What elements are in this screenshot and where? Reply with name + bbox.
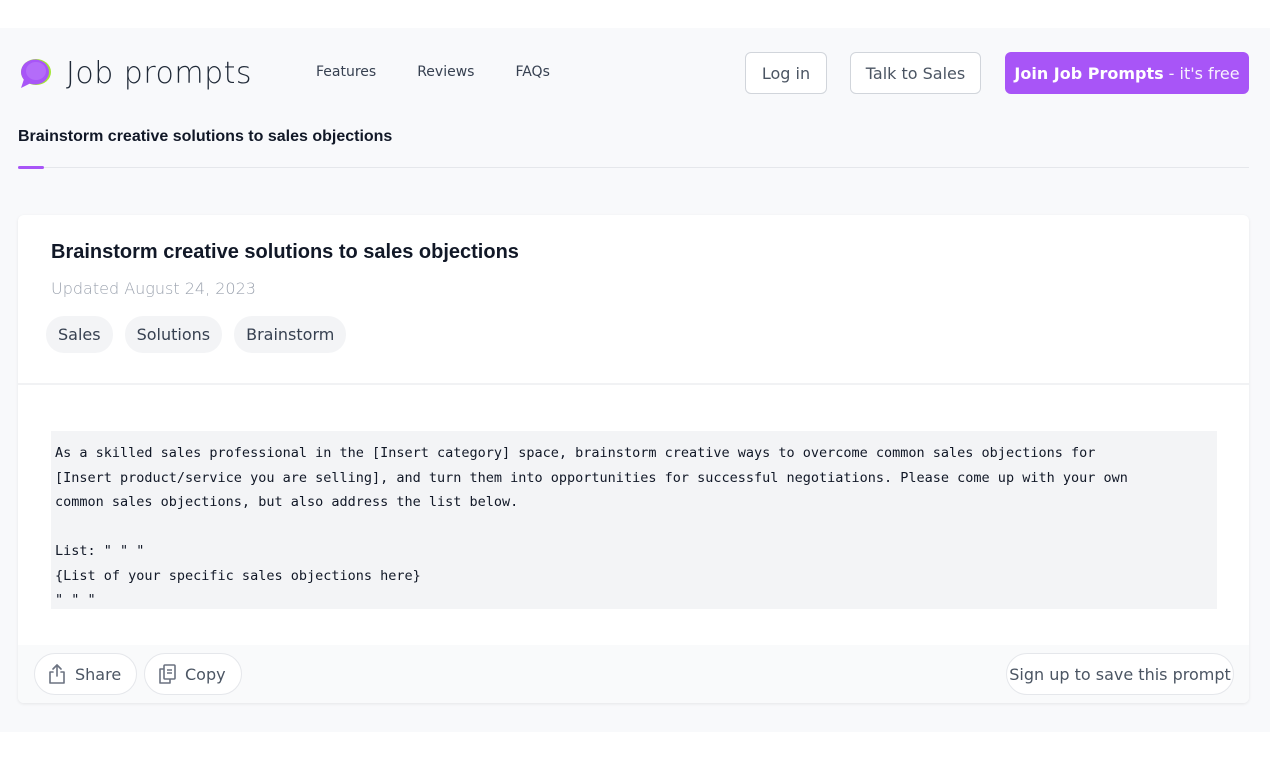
tab-bar: Brainstorm creative solutions to sales o… [18, 128, 1249, 169]
updated-date: Updated August 24, 2023 [51, 279, 256, 298]
main-nav: Features Reviews FAQs [316, 64, 591, 80]
tag-solutions[interactable]: Solutions [124, 316, 223, 353]
logo[interactable]: Job prompts [18, 56, 252, 91]
login-button[interactable]: Log in [745, 52, 827, 94]
prompt-card-header: Brainstorm creative solutions to sales o… [18, 215, 1249, 385]
join-button[interactable]: Join Job Prompts - it's free [1005, 52, 1249, 94]
chat-bubble-logo-icon [21, 58, 51, 88]
tag-brainstorm[interactable]: Brainstorm [234, 316, 347, 353]
tab-active[interactable]: Brainstorm creative solutions to sales o… [18, 128, 392, 145]
prompt-card: Brainstorm creative solutions to sales o… [18, 215, 1249, 703]
nav-reviews[interactable]: Reviews [417, 64, 474, 80]
copy-icon [159, 664, 176, 684]
prompt-text: As a skilled sales professional in the [… [51, 431, 1217, 609]
page: Job prompts Features Reviews FAQs Log in… [0, 28, 1270, 732]
copy-label: Copy [185, 664, 226, 684]
tab-active-indicator [18, 166, 44, 169]
join-button-sublabel: - it's free [1168, 63, 1240, 83]
tag-sales[interactable]: Sales [46, 316, 113, 353]
header: Job prompts Features Reviews FAQs Log in… [0, 28, 1270, 118]
share-label: Share [75, 664, 122, 684]
signup-save-button[interactable]: Sign up to save this prompt [1006, 653, 1234, 695]
nav-faqs[interactable]: FAQs [515, 64, 549, 80]
brand-name: Job prompts [66, 56, 253, 91]
share-icon [49, 664, 65, 684]
prompt-card-footer: Share Copy Sign up to save this prompt [18, 645, 1249, 703]
prompt-title: Brainstorm creative solutions to sales o… [51, 241, 519, 263]
copy-button[interactable]: Copy [144, 653, 242, 695]
talk-to-sales-button[interactable]: Talk to Sales [850, 52, 981, 94]
nav-features[interactable]: Features [316, 64, 376, 80]
join-button-label: Join Job Prompts [1014, 63, 1164, 83]
tag-list: Sales Solutions Brainstorm [46, 316, 358, 353]
share-button[interactable]: Share [34, 653, 137, 695]
